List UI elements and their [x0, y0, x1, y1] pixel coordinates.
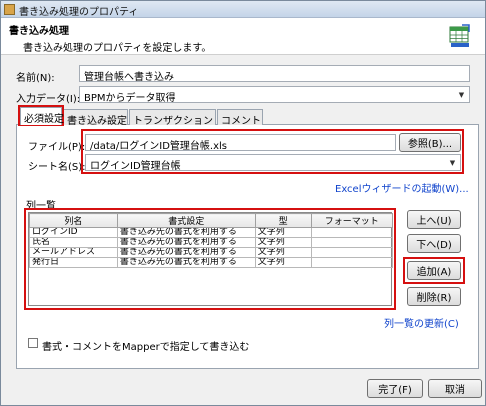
- input-data-value: BPMからデータ取得: [84, 93, 176, 103]
- table-cell[interactable]: 書き込み先の書式を利用する: [116, 237, 256, 248]
- table-row[interactable]: ログインID 書き込み先の書式を利用する 文字列: [29, 227, 394, 238]
- move-down-button[interactable]: 下へ(D): [407, 234, 461, 253]
- properties-dialog: 書き込み処理のプロパティ 書き込み処理 書き込み処理のプロパティを設定します。 …: [0, 0, 486, 406]
- tab-transaction[interactable]: トランザクション: [129, 109, 216, 127]
- title-bar[interactable]: 書き込み処理のプロパティ: [1, 1, 485, 18]
- file-field[interactable]: /data/ログインID管理台帳.xls: [85, 134, 396, 151]
- columns-section-title: 列一覧: [26, 201, 56, 212]
- cancel-button[interactable]: 取消: [428, 379, 482, 398]
- sheet-value: ログインID管理台帳: [90, 161, 181, 171]
- column-header[interactable]: 書式設定: [116, 213, 256, 228]
- table-cell[interactable]: 書き込み先の書式を利用する: [116, 257, 256, 268]
- header-description: 書き込み処理のプロパティを設定します。: [23, 43, 212, 54]
- column-header[interactable]: 型: [254, 213, 312, 228]
- browse-button[interactable]: 参照(B)...: [399, 133, 461, 152]
- table-cell[interactable]: [310, 237, 394, 248]
- add-button[interactable]: 追加(A): [407, 261, 461, 280]
- table-cell[interactable]: 氏名: [29, 237, 118, 248]
- move-up-button[interactable]: 上へ(U): [407, 210, 461, 229]
- app-icon: [4, 4, 15, 15]
- table-cell[interactable]: [310, 257, 394, 268]
- excel-wizard-link[interactable]: Excelウィザードの起動(W)...: [335, 180, 469, 195]
- table-header-row: 列名 書式設定 型 フォーマット: [29, 213, 394, 228]
- table-cell[interactable]: メールアドレス: [29, 247, 118, 258]
- tab-required[interactable]: 必須設定: [20, 107, 64, 125]
- name-field[interactable]: 管理台帳へ書き込み: [79, 65, 470, 82]
- input-data-select[interactable]: BPMからデータ取得 ▼: [79, 86, 470, 103]
- table-cell[interactable]: [310, 227, 394, 238]
- table-cell[interactable]: 文字列: [254, 227, 312, 238]
- chevron-down-icon[interactable]: ▼: [446, 156, 459, 169]
- sheet-select[interactable]: ログインID管理台帳 ▼: [85, 154, 461, 171]
- dialog-header: 書き込み処理 書き込み処理のプロパティを設定します。: [1, 18, 485, 55]
- table-row[interactable]: メールアドレス 書き込み先の書式を利用する 文字列: [29, 247, 394, 258]
- table-cell[interactable]: 書き込み先の書式を利用する: [116, 247, 256, 258]
- window-title: 書き込み処理のプロパティ: [19, 7, 139, 18]
- header-title: 書き込み処理: [9, 26, 69, 37]
- table-cell[interactable]: 文字列: [254, 257, 312, 268]
- table-write-icon: [449, 24, 470, 47]
- input-data-label: 入力データ(I):: [16, 94, 81, 105]
- table-row[interactable]: 発行日 書き込み先の書式を利用する 文字列: [29, 257, 394, 268]
- table-cell[interactable]: 書き込み先の書式を利用する: [116, 227, 256, 238]
- table-cell[interactable]: ログインID: [29, 227, 118, 238]
- tab-comment[interactable]: コメント: [217, 109, 263, 127]
- mapper-format-checkbox[interactable]: [28, 338, 38, 348]
- table-cell[interactable]: 発行日: [29, 257, 118, 268]
- column-header[interactable]: フォーマット: [310, 213, 394, 228]
- table-cell[interactable]: [310, 247, 394, 258]
- name-label: 名前(N):: [16, 73, 55, 84]
- chevron-down-icon[interactable]: ▼: [455, 88, 468, 101]
- tab-write-settings[interactable]: 書き込み設定: [63, 109, 128, 127]
- table-row[interactable]: 氏名 書き込み先の書式を利用する 文字列: [29, 237, 394, 248]
- column-header[interactable]: 列名: [29, 213, 118, 228]
- mapper-format-label: 書式・コメントをMapperで指定して書き込む: [42, 342, 250, 353]
- columns-table[interactable]: 列名 書式設定 型 フォーマット ログインID 書き込み先の書式を利用する 文字…: [28, 212, 394, 306]
- finish-button[interactable]: 完了(F): [367, 379, 423, 398]
- delete-button[interactable]: 削除(R): [407, 287, 461, 306]
- refresh-columns-link[interactable]: 列一覧の更新(C): [384, 315, 459, 330]
- table-cell[interactable]: 文字列: [254, 247, 312, 258]
- file-label: ファイル(P):: [28, 142, 86, 153]
- sheet-label: シート名(S):: [28, 162, 86, 173]
- table-cell[interactable]: 文字列: [254, 237, 312, 248]
